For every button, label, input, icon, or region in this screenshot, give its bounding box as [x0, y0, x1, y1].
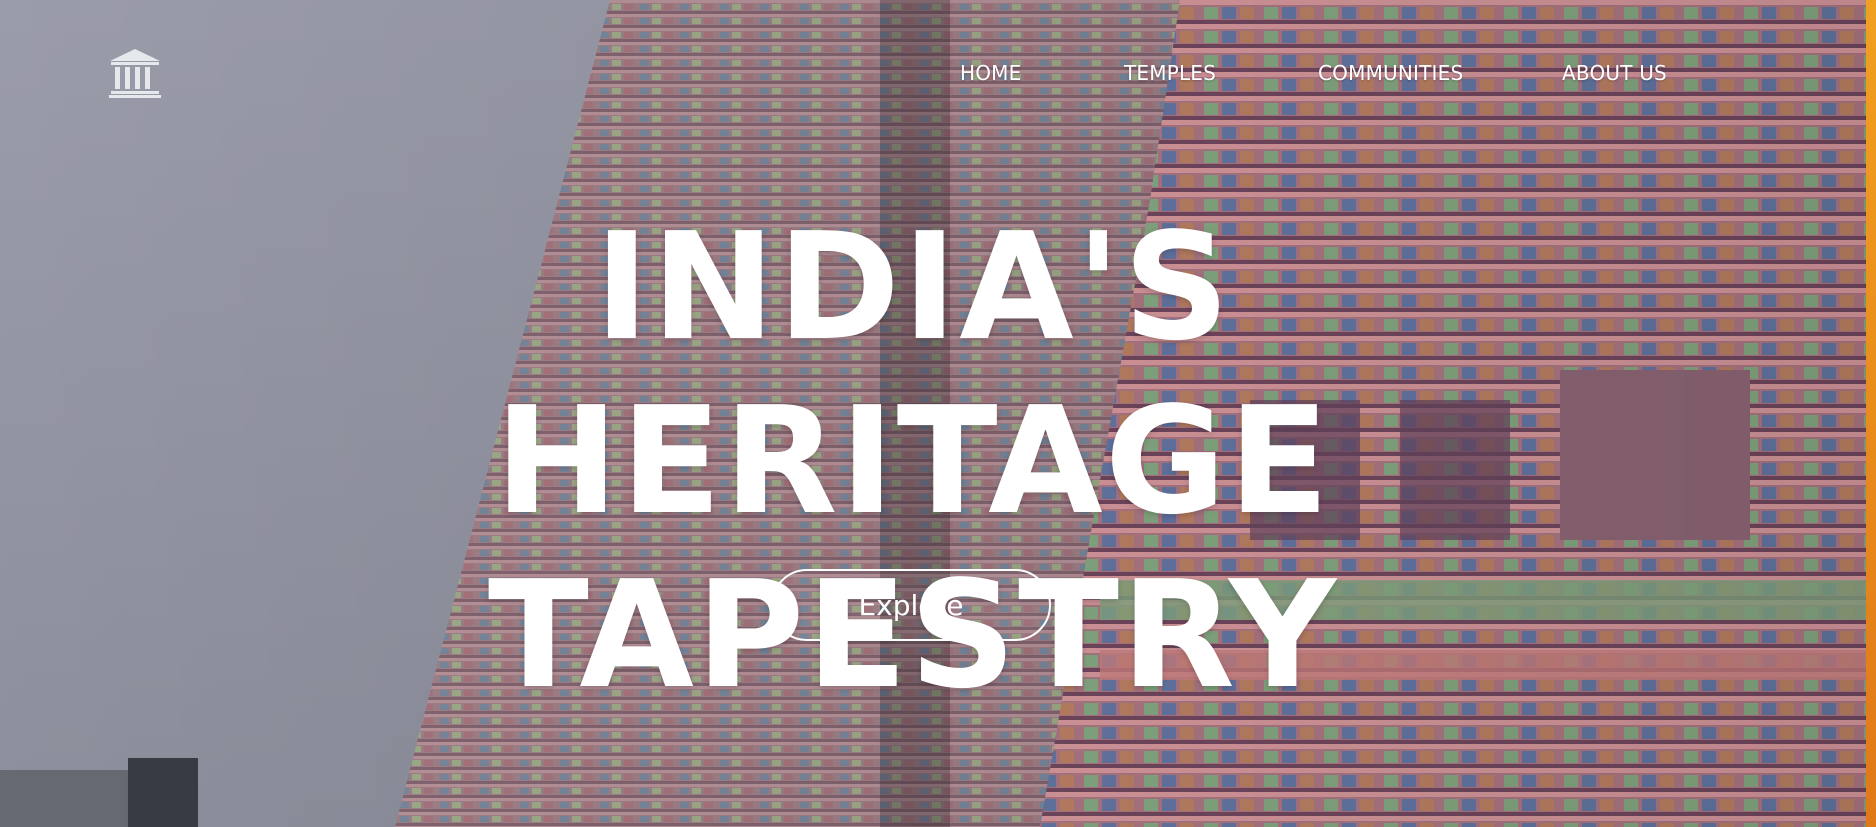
nav-communities-link[interactable]: COMMUNITIES — [1318, 58, 1463, 88]
nav-about-us-link[interactable]: ABOUT US — [1562, 58, 1667, 88]
main-nav: HOME TEMPLES COMMUNITIES ABOUT US — [0, 58, 1876, 88]
nav-home-link[interactable]: HOME — [960, 58, 1021, 88]
scroll-accent-bar — [1866, 0, 1876, 827]
nav-temples-link[interactable]: TEMPLES — [1124, 58, 1216, 88]
hero-title: INDIA'S HERITAGE TAPESTRY — [188, 200, 1638, 722]
explore-button[interactable]: Explore — [771, 569, 1051, 641]
hero-title-line-1: INDIA'S HERITAGE — [494, 201, 1332, 547]
hero-section: HOME TEMPLES COMMUNITIES ABOUT US INDIA'… — [0, 0, 1876, 827]
